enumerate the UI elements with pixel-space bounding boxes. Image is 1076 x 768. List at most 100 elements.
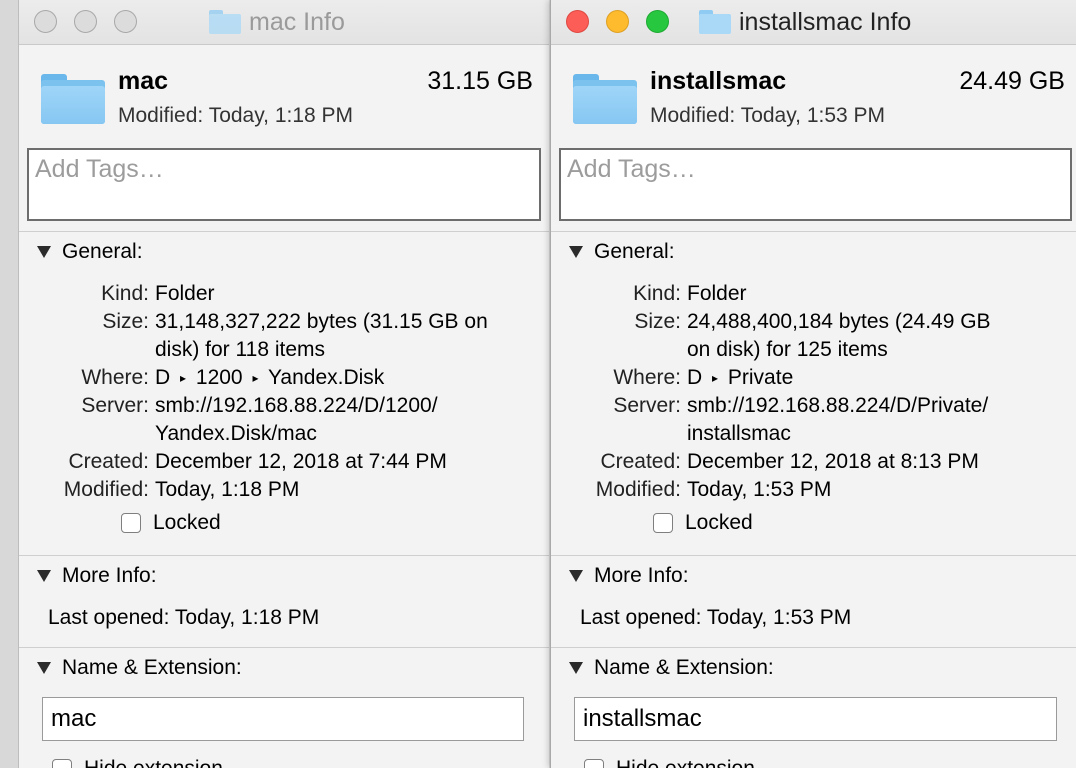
hide-extension-label: Hide extension <box>84 756 223 768</box>
last-opened-value: Today, 1:53 PM <box>706 606 852 629</box>
section-general-header[interactable]: General: <box>37 239 143 265</box>
divider <box>19 647 549 648</box>
divider <box>19 231 549 232</box>
item-size: 31.15 GB <box>427 67 533 95</box>
path-component: Private <box>727 366 794 389</box>
locked-label: Locked <box>153 511 221 534</box>
kind-value: Folder <box>687 282 747 305</box>
divider <box>19 555 549 556</box>
disclosure-triangle-icon[interactable] <box>37 570 51 582</box>
modified-value: Today, 1:18 PM <box>155 478 300 501</box>
where-value: D ▸ Private <box>687 364 793 394</box>
server-value: smb://192.168.88.224/D/1200/ <box>155 394 438 417</box>
checkbox-icon[interactable] <box>52 759 72 768</box>
checkbox-icon[interactable] <box>121 513 141 533</box>
kind-label: Kind: <box>633 282 681 305</box>
modified-value: Today, 1:18 PM <box>208 104 354 127</box>
path-component: 1200 <box>195 366 243 389</box>
titlebar: installsmac Info <box>551 0 1076 45</box>
window-title-text: mac Info <box>249 8 345 36</box>
section-title: Name & Extension: <box>594 656 774 679</box>
modified-label: Modified: <box>650 104 736 127</box>
divider <box>551 231 1076 232</box>
hide-extension-checkbox[interactable]: Hide extension <box>584 756 755 768</box>
size-value: 31,148,327,222 bytes (31.15 GB on <box>155 310 488 333</box>
disclosure-triangle-icon[interactable] <box>569 570 583 582</box>
path-component: Yandex.Disk <box>267 366 385 389</box>
titlebar: mac Info <box>19 0 549 45</box>
path-separator-icon: ▸ <box>180 371 187 385</box>
size-value-cont: on disk) for 125 items <box>687 338 888 361</box>
section-title: More Info: <box>594 564 689 587</box>
section-name-extension-header[interactable]: Name & Extension: <box>569 655 774 681</box>
path-component: D <box>155 366 171 389</box>
path-separator-icon: ▸ <box>252 371 259 385</box>
window-title-text: installsmac Info <box>739 8 912 36</box>
disclosure-triangle-icon[interactable] <box>37 662 51 674</box>
last-opened-label: Last opened: <box>48 606 170 629</box>
created-label: Created: <box>600 450 681 473</box>
where-label: Where: <box>81 366 149 389</box>
disclosure-triangle-icon[interactable] <box>569 662 583 674</box>
section-more-info-header[interactable]: More Info: <box>569 563 689 589</box>
minimize-button[interactable] <box>606 10 629 33</box>
zoom-button[interactable] <box>646 10 669 33</box>
server-value-cont: Yandex.Disk/mac <box>155 422 317 445</box>
item-size: 24.49 GB <box>959 67 1065 95</box>
kind-label: Kind: <box>101 282 149 305</box>
close-button[interactable] <box>566 10 589 33</box>
divider <box>551 647 1076 648</box>
folder-icon <box>573 74 637 124</box>
size-label: Size: <box>634 310 681 333</box>
checkbox-icon[interactable] <box>653 513 673 533</box>
section-title: General: <box>594 240 675 263</box>
modified-value: Today, 1:53 PM <box>740 104 886 127</box>
info-window-mac: mac Info mac 31.15 GB Modified: Today, 1… <box>18 0 549 768</box>
name-field[interactable] <box>42 697 524 741</box>
item-name: mac <box>118 67 169 95</box>
name-field[interactable] <box>574 697 1057 741</box>
folder-icon <box>209 10 241 34</box>
server-value-cont: installsmac <box>687 422 791 445</box>
section-name-extension-header[interactable]: Name & Extension: <box>37 655 242 681</box>
modified-label: Modified: <box>118 104 204 127</box>
section-more-info-header[interactable]: More Info: <box>37 563 157 589</box>
section-title: More Info: <box>62 564 157 587</box>
where-value: D ▸ 1200 ▸ Yandex.Disk <box>155 364 384 394</box>
section-general-header[interactable]: General: <box>569 239 675 265</box>
tags-field[interactable]: Add Tags… <box>559 148 1072 221</box>
last-opened-row: Last opened: Today, 1:18 PM <box>48 604 319 632</box>
checkbox-icon[interactable] <box>584 759 604 768</box>
modified-label: Modified: <box>595 478 681 501</box>
folder-icon <box>41 74 105 124</box>
where-label: Where: <box>613 366 681 389</box>
divider <box>551 555 1076 556</box>
last-opened-value: Today, 1:18 PM <box>174 606 320 629</box>
modified-label: Modified: <box>63 478 149 501</box>
size-value-cont: disk) for 118 items <box>155 338 325 361</box>
last-opened-label: Last opened: <box>580 606 702 629</box>
path-separator-icon: ▸ <box>712 371 719 385</box>
minimize-button[interactable] <box>74 10 97 33</box>
kind-value: Folder <box>155 282 215 305</box>
modified-value: Today, 1:53 PM <box>687 478 832 501</box>
zoom-button[interactable] <box>114 10 137 33</box>
section-title: Name & Extension: <box>62 656 242 679</box>
disclosure-triangle-icon[interactable] <box>569 246 583 258</box>
close-button[interactable] <box>34 10 57 33</box>
disclosure-triangle-icon[interactable] <box>37 246 51 258</box>
size-value: 24,488,400,184 bytes (24.49 GB <box>687 310 991 333</box>
hide-extension-checkbox[interactable]: Hide extension <box>52 756 223 768</box>
info-window-installsmac: installsmac Info installsmac 24.49 GB Mo… <box>550 0 1076 768</box>
created-value: December 12, 2018 at 8:13 PM <box>687 450 979 473</box>
tags-field[interactable]: Add Tags… <box>27 148 541 221</box>
path-component: D <box>687 366 703 389</box>
hide-extension-label: Hide extension <box>616 756 755 768</box>
created-label: Created: <box>68 450 149 473</box>
server-label: Server: <box>613 394 681 417</box>
locked-checkbox[interactable]: Locked <box>653 510 753 536</box>
window-title: installsmac Info <box>699 8 911 36</box>
window-title: mac Info <box>209 8 345 36</box>
locked-checkbox[interactable]: Locked <box>121 510 221 536</box>
section-title: General: <box>62 240 143 263</box>
